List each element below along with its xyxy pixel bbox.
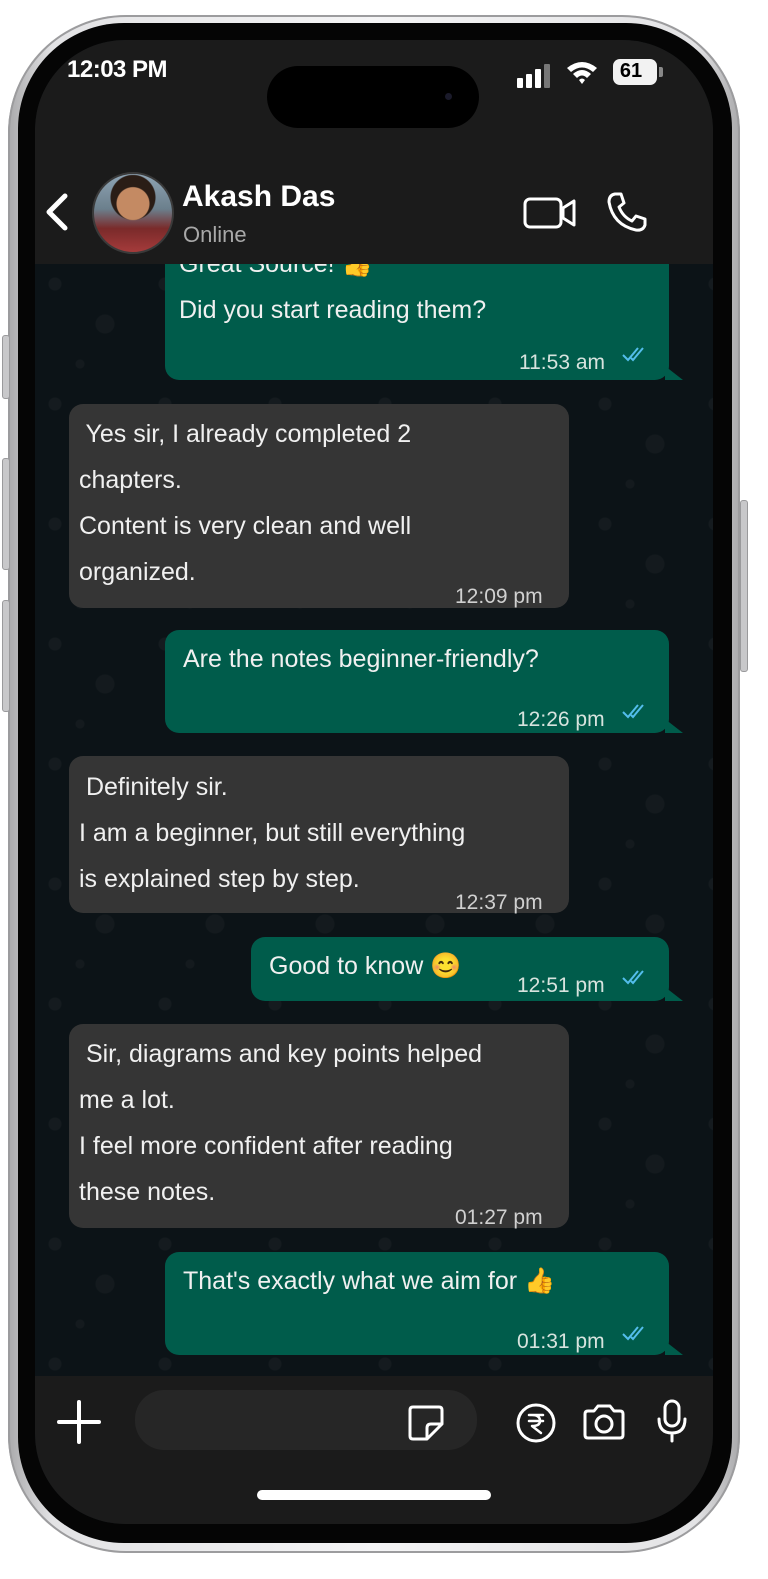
phone-volume-up-button	[2, 458, 10, 570]
message-time: 12:37 pm	[455, 891, 543, 914]
status-bar: 12:03 PM 61	[35, 40, 713, 140]
phone-volume-down-button	[2, 600, 10, 712]
contact-name[interactable]: Akash Das	[182, 180, 335, 214]
battery-icon: 61	[613, 59, 663, 85]
cellular-signal-icon	[517, 64, 555, 88]
phone-action-button	[2, 335, 10, 399]
message-bubble-outgoing[interactable]: Great Source! 👍 Did you start reading th…	[165, 264, 683, 380]
phone-screen: 12:03 PM 61 Akash Das Online Great Sourc…	[35, 40, 713, 1524]
message-text: Sir, diagrams and key points helped me a…	[79, 1040, 483, 1206]
read-receipt-icon	[622, 704, 644, 719]
wifi-icon	[567, 62, 597, 84]
back-arrow-icon[interactable]	[43, 192, 71, 232]
read-receipt-icon	[622, 1326, 644, 1341]
message-text: Are the notes beginner-friendly?	[183, 645, 539, 673]
message-time: 12:51 pm	[517, 974, 605, 997]
message-bubble-outgoing[interactable]: Good to know 😊 12:51 pm	[251, 937, 683, 1001]
message-time: 12:26 pm	[517, 708, 605, 731]
message-bubble-incoming[interactable]: Definitely sir. I am a beginner, but sti…	[69, 756, 569, 914]
microphone-icon[interactable]	[655, 1398, 689, 1444]
message-text: Good to know 😊	[269, 952, 462, 980]
plus-icon[interactable]	[57, 1400, 101, 1444]
chat-header: Akash Das Online	[35, 140, 713, 264]
chat-messages[interactable]: Great Source! 👍 Did you start reading th…	[35, 264, 713, 1376]
read-receipt-icon	[622, 347, 644, 362]
message-text: Yes sir, I already completed 2 chapters.…	[79, 420, 412, 586]
message-bubble-incoming[interactable]: Yes sir, I already completed 2 chapters.…	[69, 404, 569, 608]
home-indicator[interactable]	[257, 1490, 491, 1500]
message-time: 01:31 pm	[517, 1330, 605, 1353]
message-bubble-outgoing[interactable]: That's exactly what we aim for 👍 01:31 p…	[165, 1252, 683, 1355]
message-time: 01:27 pm	[455, 1206, 543, 1229]
message-bubble-incoming[interactable]: Sir, diagrams and key points helped me a…	[69, 1024, 569, 1229]
payment-rupee-icon[interactable]	[515, 1402, 557, 1444]
contact-avatar[interactable]	[92, 172, 174, 254]
message-bubble-outgoing[interactable]: Are the notes beginner-friendly? 12:26 p…	[165, 630, 683, 733]
phone-power-button	[740, 500, 748, 672]
read-receipt-icon	[622, 970, 644, 985]
dynamic-island	[267, 66, 479, 128]
battery-level: 61	[619, 60, 643, 82]
message-time: 11:53 am	[519, 351, 605, 374]
message-text: Definitely sir. I am a beginner, but sti…	[79, 773, 466, 893]
contact-status: Online	[183, 222, 247, 247]
sticker-icon[interactable]	[407, 1404, 445, 1442]
camera-icon[interactable]	[581, 1402, 627, 1442]
message-time: 12:09 pm	[455, 585, 543, 608]
video-call-icon[interactable]	[523, 196, 577, 230]
status-time: 12:03 PM	[67, 56, 168, 83]
message-text: That's exactly what we aim for 👍	[183, 1267, 556, 1295]
voice-call-icon[interactable]	[605, 190, 649, 234]
message-text: Great Source! 👍 Did you start reading th…	[179, 264, 487, 324]
input-bar	[35, 1376, 713, 1524]
